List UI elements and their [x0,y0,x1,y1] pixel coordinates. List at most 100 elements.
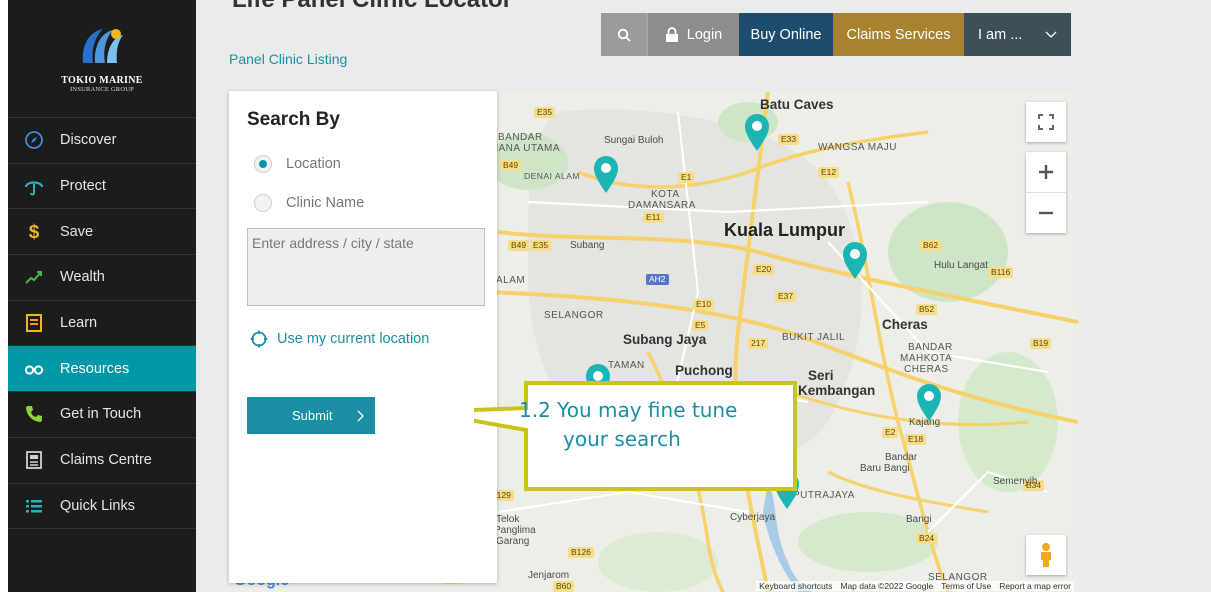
road-shield: B49 [508,240,530,251]
terms-of-use-link[interactable]: Terms of Use [941,581,991,591]
zoom-out-button[interactable] [1026,193,1066,233]
map-label: Panglima [494,525,536,536]
i-am-dropdown[interactable]: I am ... [964,13,1071,56]
claims-services-button[interactable]: Claims Services [833,13,964,56]
phone-icon [8,404,60,424]
map-label: BUKIT JALIL [782,332,846,343]
sidebar-item-label: Claims Centre [60,452,152,469]
map-label: Bangi [906,514,932,525]
road-shield: E33 [778,134,800,145]
map-label: MAHKOTA [900,353,953,364]
i-am-label: I am ... [978,26,1023,43]
lock-icon [665,26,678,42]
list-icon [8,496,60,516]
dollar-icon: $ [8,222,60,242]
address-input[interactable] [247,228,485,306]
road-shield: B52 [916,304,938,315]
road-shield: E18 [905,434,927,445]
radio-button[interactable] [254,194,272,212]
brand-logo-icon [82,28,123,63]
breadcrumb-panel-clinic-listing[interactable]: Panel Clinic Listing [229,51,347,67]
sidebar-item-label: Quick Links [60,497,135,514]
map-label: KOTA [651,189,680,200]
street-view-pegman[interactable] [1026,535,1066,575]
road-shield: B49 [500,160,522,171]
sidebar-item-learn[interactable]: Learn [8,301,196,347]
brand-name: TOKIO MARINE [61,74,143,86]
submit-button[interactable]: Submit [247,397,375,434]
zoom-in-button[interactable] [1026,153,1066,193]
tokio-marine-logo[interactable]: TOKIO MARINE INSURANCE GROUP [8,0,196,118]
zoom-control [1026,152,1066,233]
radio-location[interactable]: Location [254,155,341,173]
road-shield: B60 [553,581,575,592]
map-label: Baru Bangi [860,463,910,474]
fullscreen-icon [1038,114,1054,130]
fullscreen-button[interactable] [1026,102,1066,142]
map-label: ALAM [496,275,526,286]
sidebar-item-wealth[interactable]: Wealth [8,255,196,301]
glasses-icon [8,359,60,379]
sidebar-item-get-in-touch[interactable]: Get in Touch [8,392,196,438]
search-button[interactable] [601,13,647,56]
road-shield: B126 [568,547,594,558]
map-label: Garang [496,536,530,547]
map-label: Bandar [885,452,918,463]
road-shield: E20 [753,264,775,275]
svg-text:$: $ [29,222,40,242]
road-shield: B24 [916,533,938,544]
map-label: Seri [808,368,834,383]
sidebar-item-protect[interactable]: Protect [8,164,196,210]
report-map-error-link[interactable]: Report a map error [999,581,1071,591]
sidebar-item-quick-links[interactable]: Quick Links [8,484,196,530]
sidebar: TOKIO MARINE INSURANCE GROUP Discover Pr… [8,0,196,592]
map-label: PUTRAJAYA [793,490,855,501]
tutorial-callout: 1.2 You may fine tune your search [474,378,800,494]
map-label: Subang [570,240,605,251]
sidebar-item-label: Protect [60,178,106,195]
map-label: BANDAR [498,132,543,143]
plus-icon [1039,165,1053,179]
compass-icon [8,130,60,150]
brand-subtitle: INSURANCE GROUP [70,85,134,93]
map-label: Kuala Lumpur [724,220,846,240]
map-label: TAMAN [608,360,645,371]
clinic-map-pin[interactable] [842,242,868,280]
sidebar-item-label: Resources [60,360,130,377]
clinic-map-pin[interactable] [744,114,770,152]
road-shield: E5 [692,320,709,331]
map-label: SELANGOR [544,310,604,321]
map-label: Jenjarom [528,570,570,581]
map-label: Telok [496,514,520,525]
login-button[interactable]: Login [647,13,739,56]
clinic-map-pin[interactable] [916,384,942,422]
road-shield: B116 [988,267,1014,278]
road-shield: E2 [882,427,899,438]
map-label: Sungai Buloh [604,135,664,146]
radio-button-selected[interactable] [254,155,272,173]
sidebar-item-label: Wealth [60,269,105,286]
minus-icon [1039,211,1053,214]
road-shield: E35 [534,107,556,118]
map-label: Cyberjaya [730,512,776,523]
callout-text: 1.2 You may fine tune your search [519,396,789,454]
sidebar-item-resources[interactable]: Resources [8,346,196,393]
search-panel-title: Search By [247,109,340,130]
road-shield: E35 [530,240,552,251]
sidebar-item-save[interactable]: $ Save [8,209,196,256]
map-label: Cheras [882,317,928,332]
buy-online-button[interactable]: Buy Online [739,13,833,56]
sidebar-item-label: Save [60,223,94,240]
use-current-location-link[interactable]: Use my current location [250,330,429,348]
map-label: DENAI ALAM [524,171,581,181]
sidebar-item-discover[interactable]: Discover [8,118,196,164]
clinic-map-pin[interactable] [593,156,619,194]
keyboard-shortcuts-link[interactable]: Keyboard shortcuts [759,581,832,591]
login-label: Login [686,26,723,43]
search-panel: Search By Location Clinic Name Use my cu… [229,91,497,583]
road-shield: E12 [818,167,840,178]
umbrella-icon [8,176,60,196]
sidebar-item-claims-centre[interactable]: Claims Centre [8,438,196,484]
main-content: Life Panel Clinic Locator Panel Clinic L… [196,0,1211,592]
radio-clinic-name[interactable]: Clinic Name [254,194,364,212]
